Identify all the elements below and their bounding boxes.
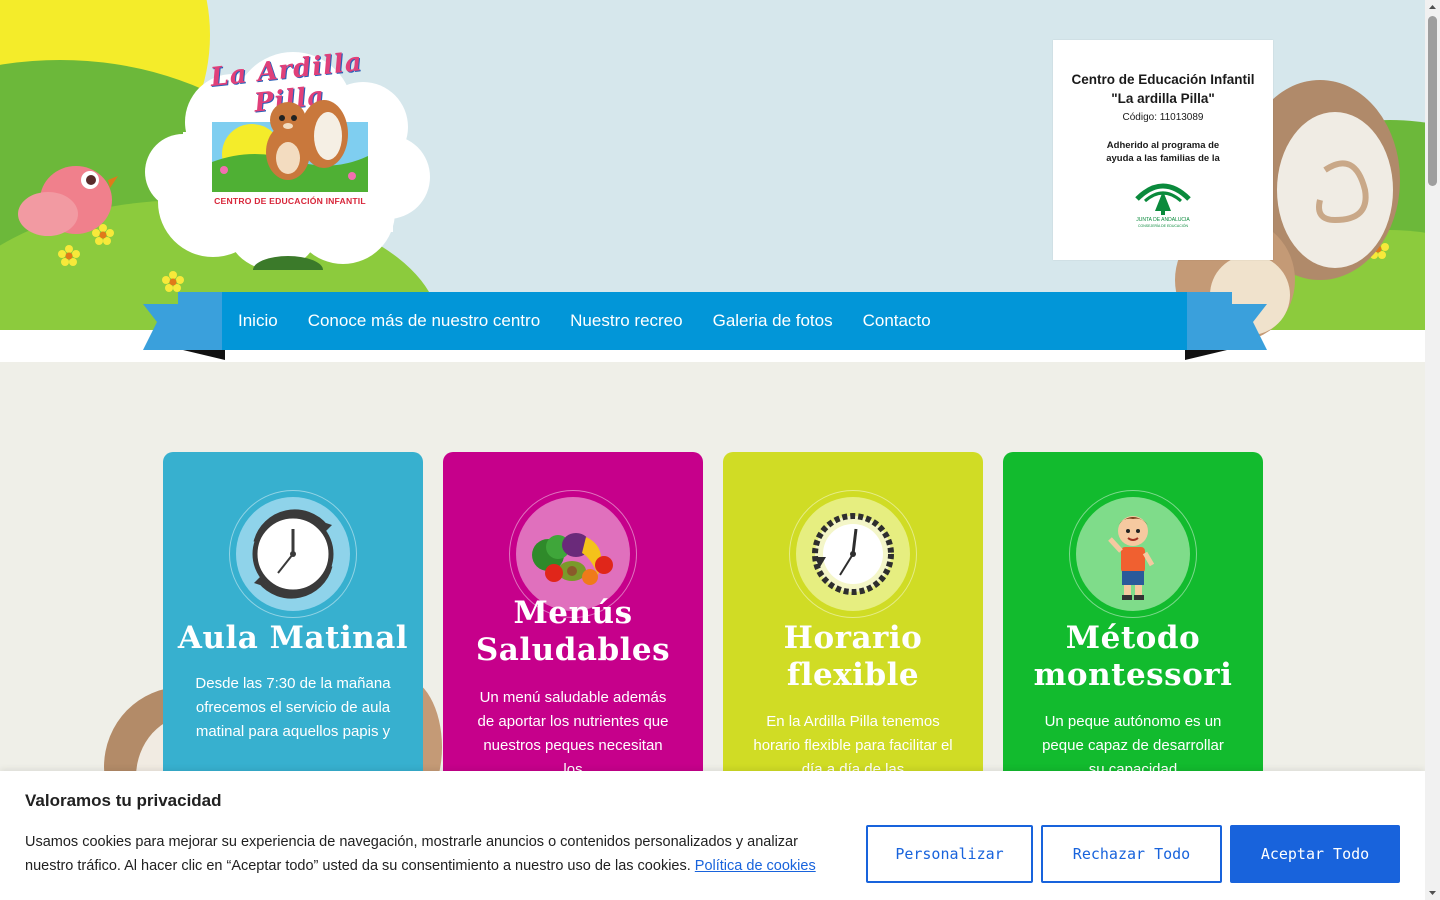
cookie-message: Usamos cookies para mejorar su experienc…	[25, 834, 798, 874]
feature-card-menus-saludables[interactable]: Menús Saludables Un menú saludable ademá…	[443, 452, 703, 812]
squirrel-logo-icon[interactable]	[212, 92, 368, 192]
clock-icon	[796, 497, 910, 611]
card-title: Menús Saludables	[453, 595, 693, 669]
card-title-line: montessori	[1033, 657, 1233, 693]
nav-item-conoce[interactable]: Conoce más de nuestro centro	[308, 311, 540, 331]
nav-item-galeria[interactable]: Galeria de fotos	[713, 311, 833, 331]
scroll-up-arrow-icon[interactable]	[1425, 0, 1440, 15]
card-title-line: Horario	[783, 620, 923, 656]
card-icon-ring	[789, 490, 917, 618]
clock-icon	[236, 497, 350, 611]
accept-all-button[interactable]: Aceptar Todo	[1230, 825, 1400, 883]
card-text: Un menú saludable además de aportar los …	[477, 689, 669, 778]
ribbon-end-left	[143, 292, 225, 360]
info-card-title-line: "La ardilla Pilla"	[1111, 91, 1215, 106]
card-text: Desde las 7:30 de la mañana ofrecemos el…	[195, 675, 391, 740]
feature-card-aula-matinal[interactable]: Aula Matinal Desde las 7:30 de la mañana…	[163, 452, 423, 812]
card-title-line: Saludables	[475, 632, 671, 668]
feature-card-horario-flexible[interactable]: Horario flexible En la Ardilla Pilla ten…	[723, 452, 983, 812]
ribbon-end-right	[1185, 292, 1267, 360]
card-title-line: Aula Matinal	[177, 620, 409, 656]
card-title: Método montessori	[1013, 620, 1253, 694]
nav-item-contacto[interactable]: Contacto	[863, 311, 931, 331]
card-title: Horario flexible	[733, 620, 973, 694]
info-card-title: Centro de Educación Infantil "La ardilla…	[1053, 70, 1273, 108]
cookie-policy-link[interactable]: Política de cookies	[695, 858, 816, 874]
info-card-code: Código: 11013089	[1122, 112, 1204, 123]
info-card: Centro de Educación Infantil "La ardilla…	[1053, 40, 1273, 260]
info-card-title-line: Centro de Educación Infantil	[1071, 72, 1255, 87]
info-card-program: Adherido al programa de ayuda a las fami…	[1053, 139, 1273, 165]
flower-icon	[162, 271, 184, 292]
customize-button[interactable]: Personalizar	[866, 825, 1033, 883]
child-icon	[1076, 497, 1190, 611]
junta-logo-subtext: CONSEJERÍA DE EDUCACIÓN	[1138, 223, 1188, 228]
card-icon-ring	[229, 490, 357, 618]
nav-item-recreo[interactable]: Nuestro recreo	[570, 311, 682, 331]
bird-icon	[18, 166, 118, 236]
reject-all-button[interactable]: Rechazar Todo	[1041, 825, 1222, 883]
main-nav: Inicio Conoce más de nuestro centro Nues…	[222, 292, 1187, 350]
card-title-line: Menús	[513, 595, 633, 631]
feature-card-metodo-montessori[interactable]: Método montessori Un peque autónomo es u…	[1003, 452, 1263, 812]
info-card-program-line: ayuda a las familias de la	[1106, 153, 1220, 164]
page-scrollbar[interactable]	[1425, 0, 1440, 900]
flower-icon	[58, 245, 80, 266]
scroll-down-arrow-icon[interactable]	[1425, 885, 1440, 900]
cookie-text: Usamos cookies para mejorar su experienc…	[25, 830, 835, 878]
site-header: La Ardilla Pilla CENTRO DE EDUCACIÓN INF…	[0, 0, 1425, 362]
card-title: Aula Matinal	[173, 620, 413, 657]
cookie-title: Valoramos tu privacidad	[25, 791, 222, 810]
card-icon-ring	[1069, 490, 1197, 618]
nav-item-inicio[interactable]: Inicio	[238, 311, 278, 331]
card-title-line: flexible	[786, 657, 920, 693]
cookie-banner: Valoramos tu privacidad Usamos cookies p…	[0, 771, 1425, 900]
scroll-thumb[interactable]	[1428, 16, 1437, 186]
info-card-program-line: Adherido al programa de	[1106, 140, 1220, 151]
vegetables-icon	[516, 497, 630, 611]
junta-logo-text: JUNTA DE ANDALUCIA	[1136, 217, 1190, 223]
junta-andalucia-logo: JUNTA DE ANDALUCIA CONSEJERÍA DE EDUCACI…	[1135, 183, 1191, 228]
logo-subtitle: CENTRO DE EDUCACIÓN INFANTIL	[214, 196, 366, 206]
card-title-line: Método	[1065, 620, 1201, 656]
